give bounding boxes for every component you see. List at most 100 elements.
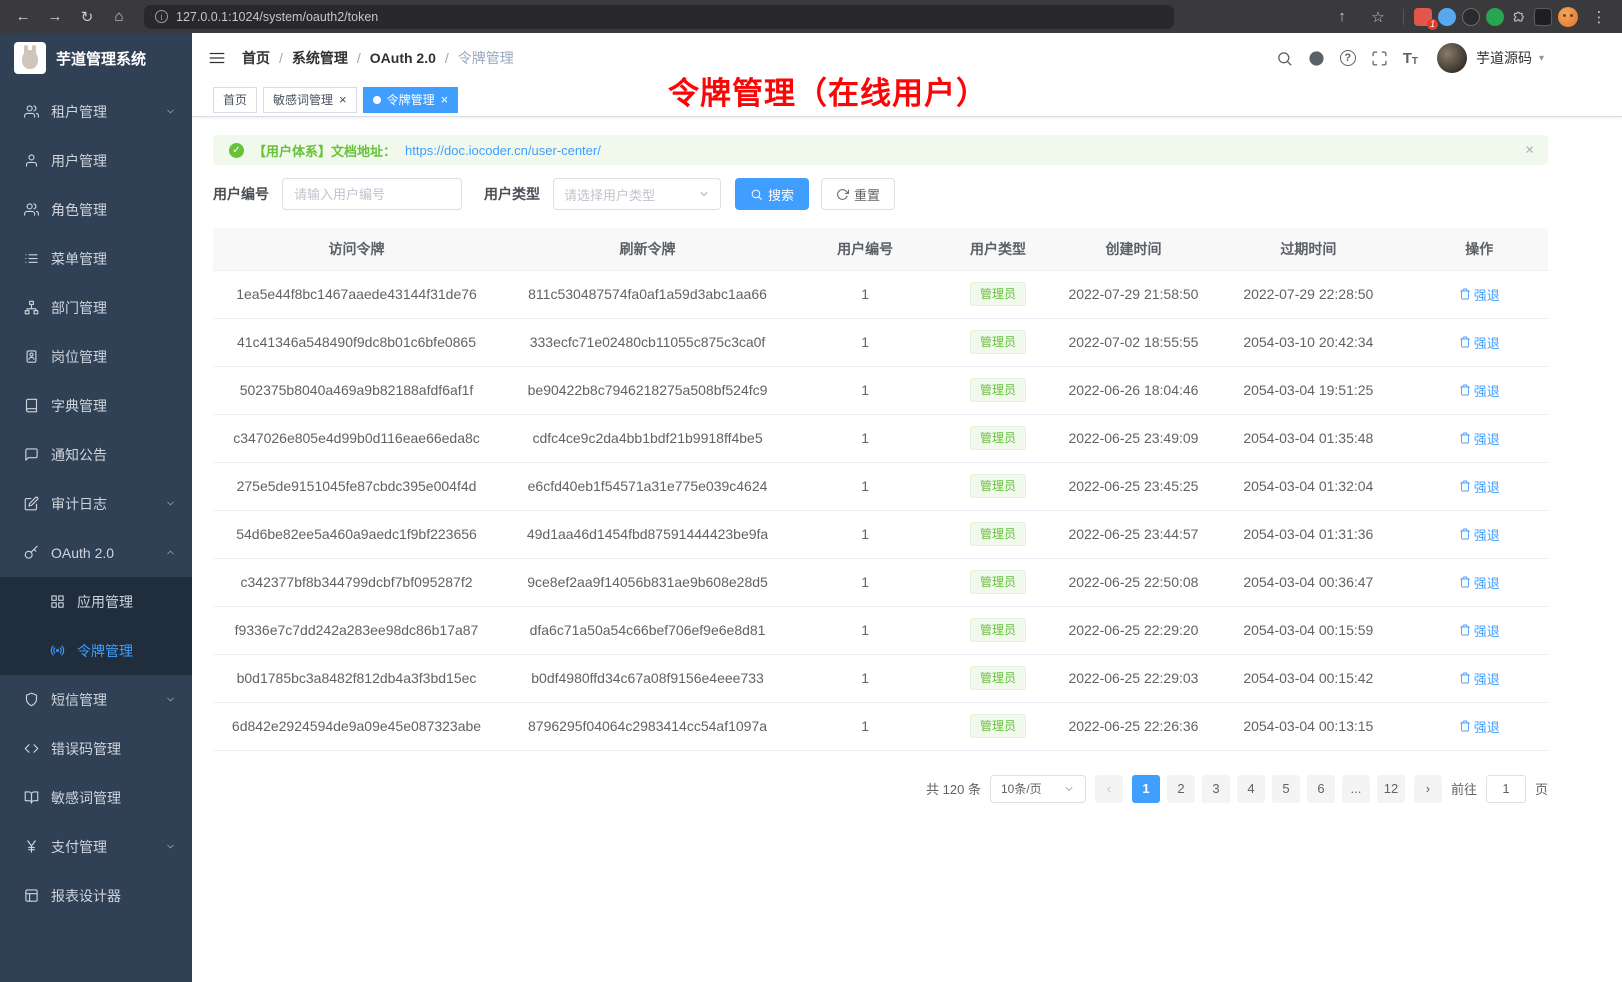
force-logout-button[interactable]: 强退: [1459, 285, 1500, 304]
force-logout-button[interactable]: 强退: [1459, 333, 1500, 352]
user-type-badge: 管理员: [970, 282, 1026, 306]
shield-icon: [24, 692, 39, 707]
back-icon[interactable]: ←: [8, 4, 38, 30]
page-button-5[interactable]: 5: [1272, 775, 1300, 803]
force-logout-button[interactable]: 强退: [1459, 669, 1500, 688]
sidebar-item-dict[interactable]: 字典管理: [0, 381, 192, 430]
app-logo[interactable]: 芋道管理系统: [0, 33, 192, 83]
sidebar-item-label: 菜单管理: [51, 249, 107, 269]
user-id-cell: 1: [795, 702, 935, 750]
breadcrumb-item[interactable]: 首页: [242, 48, 270, 68]
tab-sensitive-word[interactable]: 敏感词管理×: [263, 87, 357, 113]
user-id-input[interactable]: [282, 178, 462, 210]
tab-close-icon[interactable]: ×: [339, 93, 347, 106]
home-icon[interactable]: ⌂: [104, 4, 134, 30]
sidebar-item-post[interactable]: 岗位管理: [0, 332, 192, 381]
force-logout-button[interactable]: 强退: [1459, 381, 1500, 400]
page-button-12[interactable]: 12: [1377, 775, 1405, 803]
sidebar-item-error-code[interactable]: 错误码管理: [0, 724, 192, 773]
sidebar-item-audit-log[interactable]: 审计日志: [0, 479, 192, 528]
refresh-token-cell: 49d1aa46d1454fbd87591444423be9fa: [500, 510, 795, 558]
sidebar-item-user[interactable]: 用户管理: [0, 136, 192, 185]
share-icon[interactable]: ↑: [1327, 4, 1357, 30]
font-size-icon[interactable]: TT: [1403, 50, 1418, 67]
user-name[interactable]: 芋道源码: [1476, 48, 1532, 68]
force-logout-label: 强退: [1474, 477, 1500, 496]
breadcrumb-item: 令牌管理: [458, 48, 514, 68]
prev-page-button[interactable]: ‹: [1095, 775, 1123, 803]
more-pages-button[interactable]: ...: [1342, 775, 1370, 803]
sidebar-item-sms[interactable]: 短信管理: [0, 675, 192, 724]
force-logout-button[interactable]: 强退: [1459, 717, 1500, 736]
action-cell: 强退: [1410, 270, 1548, 318]
github-icon[interactable]: [1308, 50, 1325, 67]
bookmark-star-icon[interactable]: ☆: [1363, 4, 1393, 30]
force-logout-button[interactable]: 强退: [1459, 477, 1500, 496]
browser-menu-icon[interactable]: ⋮: [1584, 4, 1614, 30]
sidebar-item-pay[interactable]: 支付管理: [0, 822, 192, 871]
sidebar-item-oauth2-app[interactable]: 应用管理: [0, 577, 192, 626]
trash-icon: [1459, 384, 1471, 396]
help-icon[interactable]: ?: [1340, 50, 1356, 66]
page-button-1[interactable]: 1: [1132, 775, 1160, 803]
tab-close-icon[interactable]: ×: [441, 93, 449, 106]
user-id-cell: 1: [795, 654, 935, 702]
doc-link[interactable]: https://doc.iocoder.cn/user-center/: [405, 143, 601, 158]
sidebar-item-sensitive-word[interactable]: 敏感词管理: [0, 773, 192, 822]
url-bar[interactable]: i 127.0.0.1:1024/system/oauth2/token: [144, 5, 1174, 29]
force-logout-label: 强退: [1474, 717, 1500, 736]
extension-icon-4[interactable]: [1486, 8, 1504, 26]
sidebar-item-tenant[interactable]: 租户管理: [0, 87, 192, 136]
next-page-button[interactable]: ›: [1414, 775, 1442, 803]
sidebar-item-role[interactable]: 角色管理: [0, 185, 192, 234]
user-caret-down-icon[interactable]: ▾: [1539, 53, 1544, 64]
force-logout-button[interactable]: 强退: [1459, 429, 1500, 448]
reload-icon[interactable]: ↻: [72, 4, 102, 30]
extension-icon-5[interactable]: [1534, 8, 1552, 26]
forward-icon[interactable]: →: [40, 4, 70, 30]
access-token-cell: 41c41346a548490f9dc8b01c6bfe0865: [213, 318, 500, 366]
badge-icon: [24, 349, 39, 364]
user-id-cell: 1: [795, 462, 935, 510]
access-token-cell: 275e5de9151045fe87cbdc395e004f4d: [213, 462, 500, 510]
breadcrumb-item[interactable]: OAuth 2.0: [370, 50, 436, 66]
reset-button[interactable]: 重置: [821, 178, 895, 210]
site-info-icon[interactable]: i: [155, 10, 168, 23]
page-button-2[interactable]: 2: [1167, 775, 1195, 803]
goto-page-input[interactable]: [1486, 775, 1526, 803]
collapse-sidebar-button[interactable]: [208, 49, 226, 67]
user-id-cell: 1: [795, 606, 935, 654]
sidebar-item-menu[interactable]: 菜单管理: [0, 234, 192, 283]
trash-icon: [1459, 624, 1471, 636]
sidebar-item-oauth2-token[interactable]: 令牌管理: [0, 626, 192, 675]
breadcrumb-item[interactable]: 系统管理: [292, 48, 348, 68]
search-button[interactable]: 搜索: [735, 178, 809, 210]
refresh-token-cell: 9ce8ef2aa9f14056b831ae9b608e28d5: [500, 558, 795, 606]
force-logout-button[interactable]: 强退: [1459, 525, 1500, 544]
fullscreen-icon[interactable]: [1371, 50, 1388, 67]
user-type-select[interactable]: 请选择用户类型: [553, 178, 721, 210]
user-avatar[interactable]: [1437, 43, 1467, 73]
force-logout-button[interactable]: 强退: [1459, 621, 1500, 640]
page-button-6[interactable]: 6: [1307, 775, 1335, 803]
sidebar-item-oauth2[interactable]: OAuth 2.0: [0, 528, 192, 577]
sidebar-item-notice[interactable]: 通知公告: [0, 430, 192, 479]
alert-close-icon[interactable]: ×: [1525, 142, 1534, 159]
page-button-4[interactable]: 4: [1237, 775, 1265, 803]
page-button-3[interactable]: 3: [1202, 775, 1230, 803]
browser-profile-avatar[interactable]: [1558, 7, 1578, 27]
extension-icon-1[interactable]: 1: [1414, 8, 1432, 26]
search-icon[interactable]: [1276, 50, 1293, 67]
sidebar-item-report-designer[interactable]: 报表设计器: [0, 871, 192, 920]
layout-icon: [24, 888, 39, 903]
extension-icon-3[interactable]: [1462, 8, 1480, 26]
extension-icon-2[interactable]: [1438, 8, 1456, 26]
tab-oauth2-token[interactable]: 令牌管理×: [363, 87, 459, 113]
sidebar-item-dept[interactable]: 部门管理: [0, 283, 192, 332]
extensions-puzzle-icon[interactable]: [1510, 8, 1528, 26]
grid-icon: [50, 594, 65, 609]
page-size-select[interactable]: 10条/页: [990, 775, 1086, 803]
tab-home[interactable]: 首页: [213, 87, 257, 113]
force-logout-button[interactable]: 强退: [1459, 573, 1500, 592]
sidebar-item-label: 用户管理: [51, 151, 107, 171]
